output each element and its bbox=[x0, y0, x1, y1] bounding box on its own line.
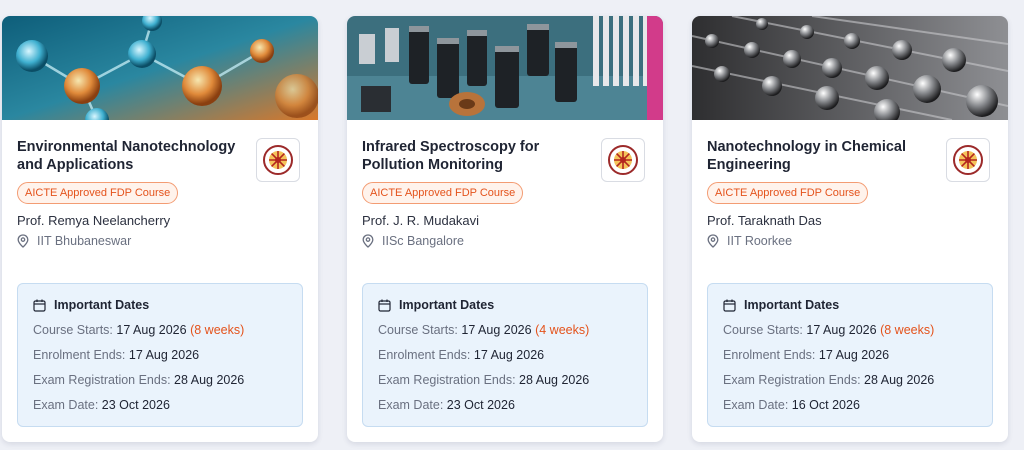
course-starts-row: Course Starts: 17 Aug 2026 (4 weeks) bbox=[378, 323, 590, 337]
important-dates-heading: Important Dates bbox=[378, 296, 632, 314]
course-duration: (8 weeks) bbox=[190, 323, 245, 337]
aicte-badge: AICTE Approved FDP Course bbox=[17, 182, 179, 204]
course-duration: (4 weeks) bbox=[535, 323, 590, 337]
exam-registration-ends-row: Exam Registration Ends: 28 Aug 2026 bbox=[33, 373, 245, 387]
course-title[interactable]: Infrared Spectroscopy for Pollution Moni… bbox=[362, 138, 597, 174]
course-title[interactable]: Nanotechnology in Chemical Engineering bbox=[707, 138, 942, 174]
exam-registration-ends-row: Exam Registration Ends: 28 Aug 2026 bbox=[723, 373, 935, 387]
enrolment-ends-row: Enrolment Ends: 17 Aug 2026 bbox=[723, 348, 890, 362]
important-dates-panel: Important Dates Course Starts: 17 Aug 20… bbox=[362, 283, 648, 427]
exam-registration-ends-row: Exam Registration Ends: 28 Aug 2026 bbox=[378, 373, 590, 387]
important-dates-heading: Important Dates bbox=[723, 296, 977, 314]
institute-name: IISc Bangalore bbox=[382, 234, 464, 248]
map-pin-icon bbox=[362, 234, 374, 248]
important-dates-panel: Important Dates Course Starts: 17 Aug 20… bbox=[707, 283, 993, 427]
institute-location: IIT Bhubaneswar bbox=[17, 234, 131, 248]
map-pin-icon bbox=[17, 234, 29, 248]
exam-date-row: Exam Date: 23 Oct 2026 bbox=[33, 398, 170, 412]
professor-name: Prof. Remya Neelancherry bbox=[17, 213, 171, 228]
course-card[interactable]: Infrared Spectroscopy for Pollution Moni… bbox=[347, 16, 663, 442]
exam-date-row: Exam Date: 23 Oct 2026 bbox=[378, 398, 515, 412]
calendar-icon bbox=[723, 299, 736, 312]
course-duration: (8 weeks) bbox=[880, 323, 935, 337]
professor-name: Prof. Taraknath Das bbox=[707, 213, 822, 228]
course-banner-image bbox=[2, 16, 318, 120]
calendar-icon bbox=[33, 299, 46, 312]
important-dates-heading: Important Dates bbox=[33, 296, 287, 314]
map-pin-icon bbox=[707, 234, 719, 248]
course-starts-row: Course Starts: 17 Aug 2026 (8 weeks) bbox=[33, 323, 245, 337]
course-card[interactable]: Nanotechnology in Chemical Engineering A… bbox=[692, 16, 1008, 442]
nptel-logo-icon bbox=[256, 138, 300, 182]
nptel-logo-icon bbox=[601, 138, 645, 182]
enrolment-ends-row: Enrolment Ends: 17 Aug 2026 bbox=[378, 348, 545, 362]
aicte-badge: AICTE Approved FDP Course bbox=[362, 182, 524, 204]
important-dates-panel: Important Dates Course Starts: 17 Aug 20… bbox=[17, 283, 303, 427]
institute-location: IISc Bangalore bbox=[362, 234, 464, 248]
institute-name: IIT Roorkee bbox=[727, 234, 793, 248]
course-card[interactable]: Environmental Nanotechnology and Applica… bbox=[2, 16, 318, 442]
professor-name: Prof. J. R. Mudakavi bbox=[362, 213, 480, 228]
enrolment-ends-row: Enrolment Ends: 17 Aug 2026 bbox=[33, 348, 200, 362]
institute-name: IIT Bhubaneswar bbox=[37, 234, 132, 248]
nptel-logo-icon bbox=[946, 138, 990, 182]
exam-date-row: Exam Date: 16 Oct 2026 bbox=[723, 398, 860, 412]
course-banner-image bbox=[347, 16, 663, 120]
calendar-icon bbox=[378, 299, 391, 312]
aicte-badge: AICTE Approved FDP Course bbox=[707, 182, 869, 204]
course-title[interactable]: Environmental Nanotechnology and Applica… bbox=[17, 138, 252, 174]
course-banner-image bbox=[692, 16, 1008, 120]
institute-location: IIT Roorkee bbox=[707, 234, 792, 248]
course-starts-row: Course Starts: 17 Aug 2026 (8 weeks) bbox=[723, 323, 935, 337]
